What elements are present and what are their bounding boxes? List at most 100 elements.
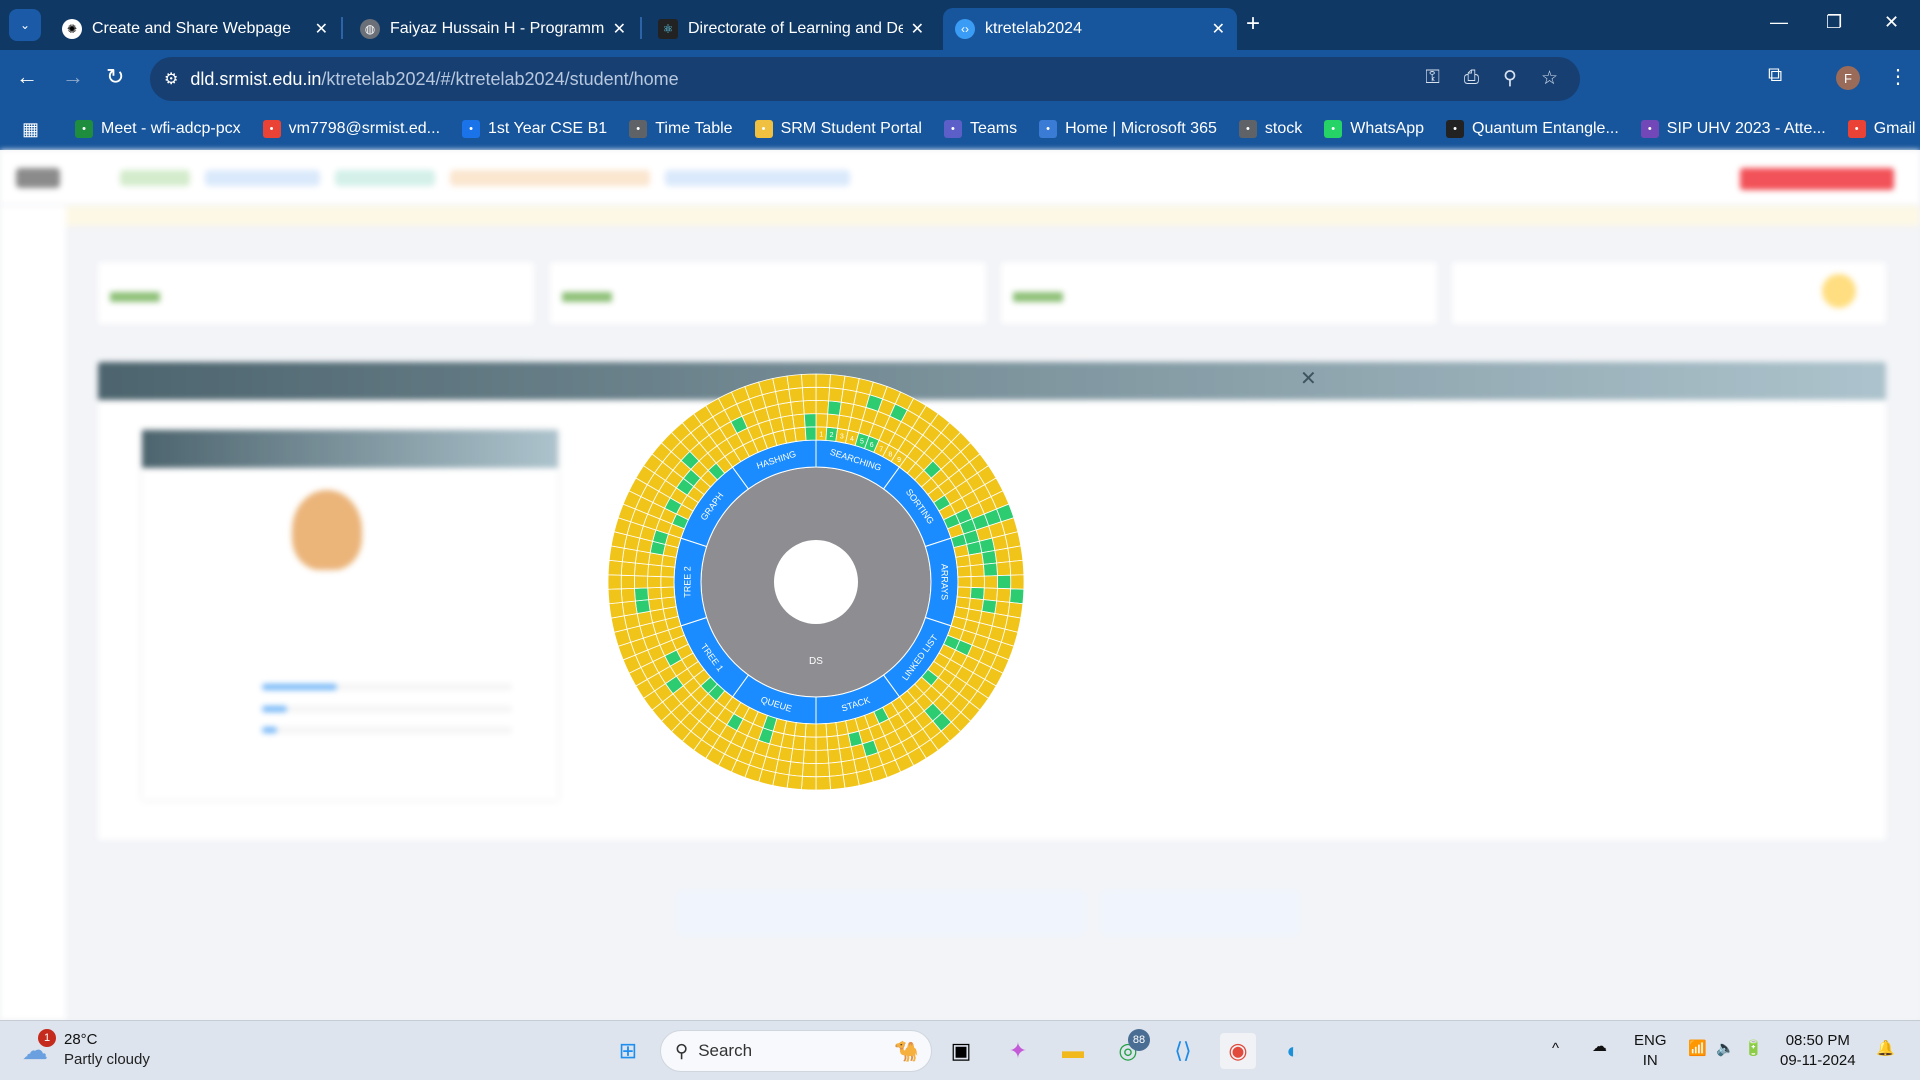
close-window-button[interactable]: ✕ [1884,12,1899,33]
pending-cell [607,574,622,590]
show-hidden-icons[interactable]: ^ [1552,1039,1559,1059]
tab-search-button[interactable]: ⌄ [9,9,41,41]
pending-cell [828,387,844,403]
back-button[interactable]: ← [16,64,38,90]
tab-1[interactable]: ◍ Faiyaz Hussain H - Programmin ✕ [348,8,638,50]
bookmark-item[interactable]: • Quantum Entangle... [1446,120,1619,138]
restore-button[interactable]: ❐ [1826,12,1842,33]
slot-label: 6 [870,442,874,449]
bookmark-label: SIP UHV 2023 - Atte... [1666,120,1826,137]
slot-label: 9 [897,457,901,464]
address-bar[interactable]: ⚙ dld.srmist.edu.in/ktretelab2024/#/ktre… [150,57,1580,101]
pending-cell [607,559,623,576]
install-app-icon[interactable]: ⎙ [1464,67,1479,90]
category-label: ARRAYS [940,564,950,600]
pending-cell [996,587,1012,603]
start-windows-icon[interactable]: ⊞ [610,1033,646,1069]
volume-icon[interactable]: 🔈 [1716,1039,1735,1059]
gmail-icon: • [1847,120,1866,138]
region: IN [1642,1052,1658,1069]
taskbar: ☁ 1 28°C Partly cloudy ⊞ ⚲ Search 🐪 ▣ ✦ … [0,1020,1920,1080]
extensions-icon[interactable]: ⧉ [1768,64,1782,87]
notification-bell-icon[interactable]: 🔔 [1876,1039,1895,1059]
zoom-icon[interactable]: ⚲ [1503,67,1517,90]
tab-2[interactable]: ⚛ Directorate of Learning and Dev ✕ [646,8,936,50]
completed-cell [827,400,842,416]
bookmark-item[interactable]: • Time Table [629,120,733,138]
pending-cell [792,413,806,429]
time: 08:50 PM [1785,1032,1850,1049]
slot-label: 2 [830,432,834,439]
lang: ENG [1634,1032,1667,1049]
bookmark-item[interactable]: • Teams [943,120,1017,138]
pending-cell [620,587,636,603]
url-path: /ktretelab2024/#/ktretelab2024/student/h… [321,68,679,89]
completed-cell [803,413,817,428]
profile-avatar[interactable]: F [1836,66,1860,90]
bookmark-item[interactable]: • SIP UHV 2023 - Atte... [1640,120,1826,138]
close-tab-icon[interactable]: ✕ [315,19,328,39]
modal-close-icon[interactable]: ✕ [1300,366,1317,391]
tab-strip: ⌄ ✺ Create and Share Webpage ✕ ◍ Faiyaz … [0,0,1920,50]
completed-cell [981,550,998,565]
sunburst-chart: DSSEARCHING1 2 3 4 56789SORTINGARRAYSLINKED … [607,373,1025,791]
minimize-button[interactable]: — [1770,12,1788,33]
bookmark-item[interactable]: • stock [1238,120,1302,138]
new-tab-button[interactable]: + [1246,10,1260,38]
bookmark-label: SRM Student Portal [780,120,922,137]
apps-grid-icon[interactable]: ▦ [22,119,39,140]
pending-cell [790,400,805,416]
clock[interactable]: 08:50 PM 09-11-2024 [1780,1031,1856,1071]
date: 09-11-2024 [1780,1052,1856,1069]
pending-cell [607,588,623,605]
bookmark-star-icon[interactable]: ☆ [1541,67,1558,90]
close-tab-icon[interactable]: ✕ [1212,19,1225,39]
vscode-icon[interactable]: ⟨⟩ [1165,1033,1201,1069]
wifi-icon[interactable]: 📶 [1688,1039,1707,1059]
tab-title: Directorate of Learning and Dev [688,20,903,37]
copilot-icon[interactable]: ✦ [1000,1033,1036,1069]
chrome-icon[interactable]: ◉ [1220,1033,1256,1069]
bookmark-item[interactable]: • 1st Year CSE B1 [462,120,607,138]
pending-cell [788,387,804,403]
forward-button[interactable]: → [62,64,84,90]
language-indicator[interactable]: ENG IN [1634,1031,1667,1071]
whatsapp-badge: 88 [1128,1029,1150,1051]
pending-cell [608,601,625,619]
pending-cell [801,775,817,791]
reload-button[interactable]: ↻ [106,64,124,90]
file-explorer-icon[interactable]: ▬ [1055,1033,1091,1069]
bookmark-item[interactable]: • Meet - wfi-adcp-pcx [75,120,241,138]
close-tab-icon[interactable]: ✕ [911,19,924,39]
tab-title: Faiyaz Hussain H - Programmin [390,20,605,37]
bookmark-item[interactable]: • vm7798@srmist.ed... [262,120,440,138]
close-tab-icon[interactable]: ✕ [613,19,626,39]
pending-cell [815,413,829,428]
onedrive-icon[interactable]: ☁ [1592,1037,1607,1057]
pending-cell [827,748,842,764]
edge-icon[interactable]: ◐ [1275,1033,1311,1069]
tab-divider [341,17,343,39]
pending-cell [1009,559,1025,576]
taskbar-search[interactable]: ⚲ Search 🐪 [660,1030,932,1072]
pending-cell [802,749,817,765]
pending-cell [801,386,817,402]
task-view-icon[interactable]: ▣ [943,1033,979,1069]
bookmark-item[interactable]: • SRM Student Portal [754,120,922,138]
pending-cell [815,762,831,778]
battery-icon[interactable]: 🔋 [1744,1039,1763,1059]
pending-cell [647,563,663,577]
bookmark-item[interactable]: • WhatsApp [1324,120,1424,138]
react-icon: ⚛ [658,19,678,39]
site-info-icon[interactable]: ⚙ [164,69,178,89]
tab-3-active[interactable]: ‹› ktretelab2024 ✕ [943,8,1237,50]
pending-cell [825,722,839,738]
tab-0[interactable]: ✺ Create and Share Webpage ✕ [50,8,340,50]
pending-cell [661,596,677,610]
forms-icon: • [1640,120,1659,138]
tab-divider [640,17,642,39]
password-key-icon[interactable]: ⚿ [1425,67,1439,90]
bookmark-item[interactable]: • Gmail [1847,120,1915,138]
bookmark-item[interactable]: • Home | Microsoft 365 [1039,120,1217,138]
menu-kebab-icon[interactable]: ⋮ [1888,64,1908,89]
